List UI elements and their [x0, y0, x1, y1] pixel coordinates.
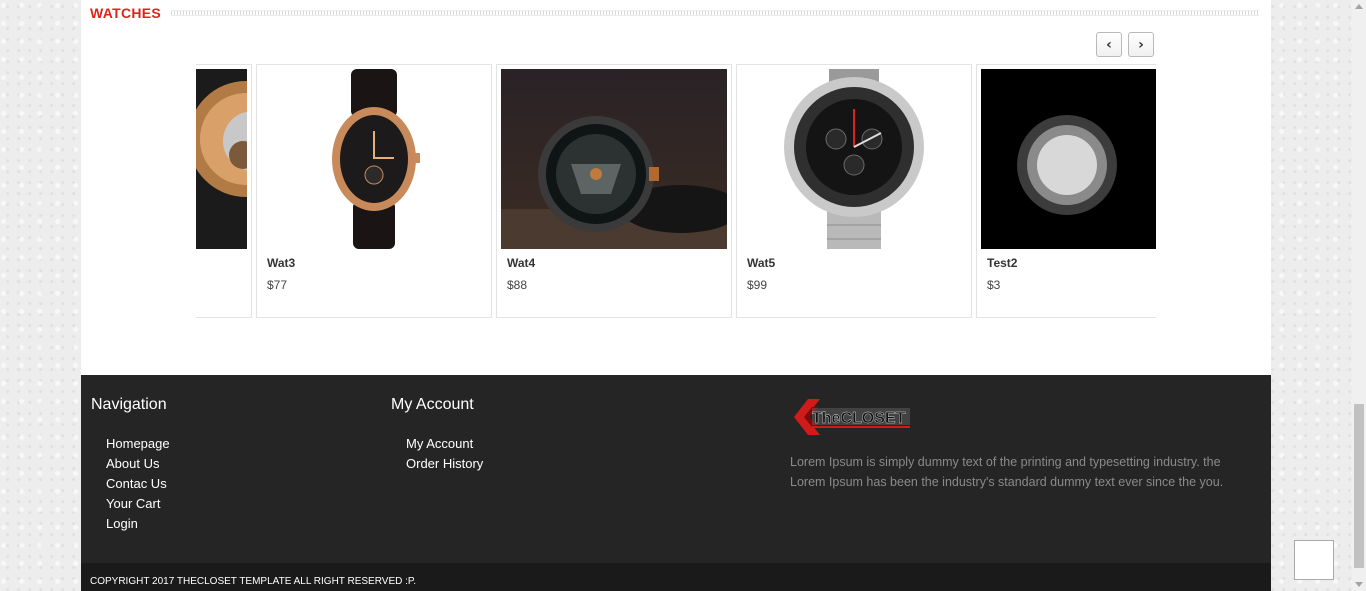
product-card[interactable]: Wat4 $88 — [496, 64, 732, 318]
footer-navigation-title: Navigation — [91, 396, 167, 413]
product-price: $99 — [747, 278, 768, 292]
product-image[interactable] — [501, 69, 727, 249]
footer-account-list: My Account Order History — [406, 434, 483, 474]
product-image[interactable] — [741, 69, 967, 249]
copyright-bar: COPYRIGHT 2017 THECLOSET TEMPLATE ALL RI… — [81, 563, 1271, 591]
section-title: WATCHES — [90, 5, 162, 21]
product-card[interactable]: Wat5 $99 — [736, 64, 972, 318]
footer-link-my-account[interactable]: My Account — [406, 434, 483, 454]
brand-description: Lorem Ipsum is simply dummy text of the … — [790, 455, 1224, 489]
copyright-text: COPYRIGHT 2017 THECLOSET TEMPLATE ALL RI… — [90, 576, 417, 587]
product-price: $3 — [987, 278, 1001, 292]
footer-link-about[interactable]: About Us — [106, 454, 170, 474]
logo-text: TheCLOSET — [812, 410, 906, 427]
broken-image-icon[interactable] — [1294, 540, 1334, 580]
carousel-prev-button[interactable]: ‹ — [1096, 32, 1122, 57]
scroll-up-arrow-icon[interactable] — [1355, 4, 1363, 9]
product-name[interactable]: Wat5 — [747, 256, 775, 270]
scroll-down-arrow-icon[interactable] — [1355, 582, 1363, 587]
footer-link-login[interactable]: Login — [106, 514, 170, 534]
scrollbar-thumb[interactable] — [1354, 404, 1364, 568]
site-footer: Navigation Homepage About Us Contac Us Y… — [81, 375, 1271, 563]
brand-logo[interactable]: TheCLOSET — [790, 395, 920, 439]
product-name[interactable]: Wat3 — [267, 256, 295, 270]
chevron-left-icon: ‹ — [1106, 36, 1112, 53]
page-content: WATCHES ‹ › Wat3 $77 Wat4 $88 Wat5 $99 T… — [81, 0, 1271, 591]
carousel-next-button[interactable]: › — [1128, 32, 1154, 57]
footer-navigation-list: Homepage About Us Contac Us Your Cart Lo… — [106, 434, 170, 534]
page-scrollbar[interactable] — [1352, 0, 1366, 591]
product-name[interactable]: Test2 — [987, 256, 1017, 270]
product-image[interactable] — [261, 69, 487, 249]
product-card[interactable]: Test2 $3 — [976, 64, 1156, 318]
product-image[interactable] — [196, 69, 247, 249]
product-card[interactable] — [196, 64, 252, 318]
product-carousel: Wat3 $77 Wat4 $88 Wat5 $99 Test2 $3 — [196, 64, 1156, 318]
chevron-right-icon: › — [1138, 36, 1144, 53]
product-image[interactable] — [981, 69, 1156, 249]
footer-account-title: My Account — [391, 396, 474, 413]
product-price: $88 — [507, 278, 528, 292]
product-card[interactable]: Wat3 $77 — [256, 64, 492, 318]
product-name[interactable]: Wat4 — [507, 256, 535, 270]
footer-link-contact[interactable]: Contac Us — [106, 474, 170, 494]
footer-link-order-history[interactable]: Order History — [406, 454, 483, 474]
product-price: $77 — [267, 278, 288, 292]
footer-link-cart[interactable]: Your Cart — [106, 494, 170, 514]
footer-link-homepage[interactable]: Homepage — [106, 434, 170, 454]
section-divider — [171, 10, 1259, 16]
section-header: WATCHES — [90, 3, 1259, 23]
